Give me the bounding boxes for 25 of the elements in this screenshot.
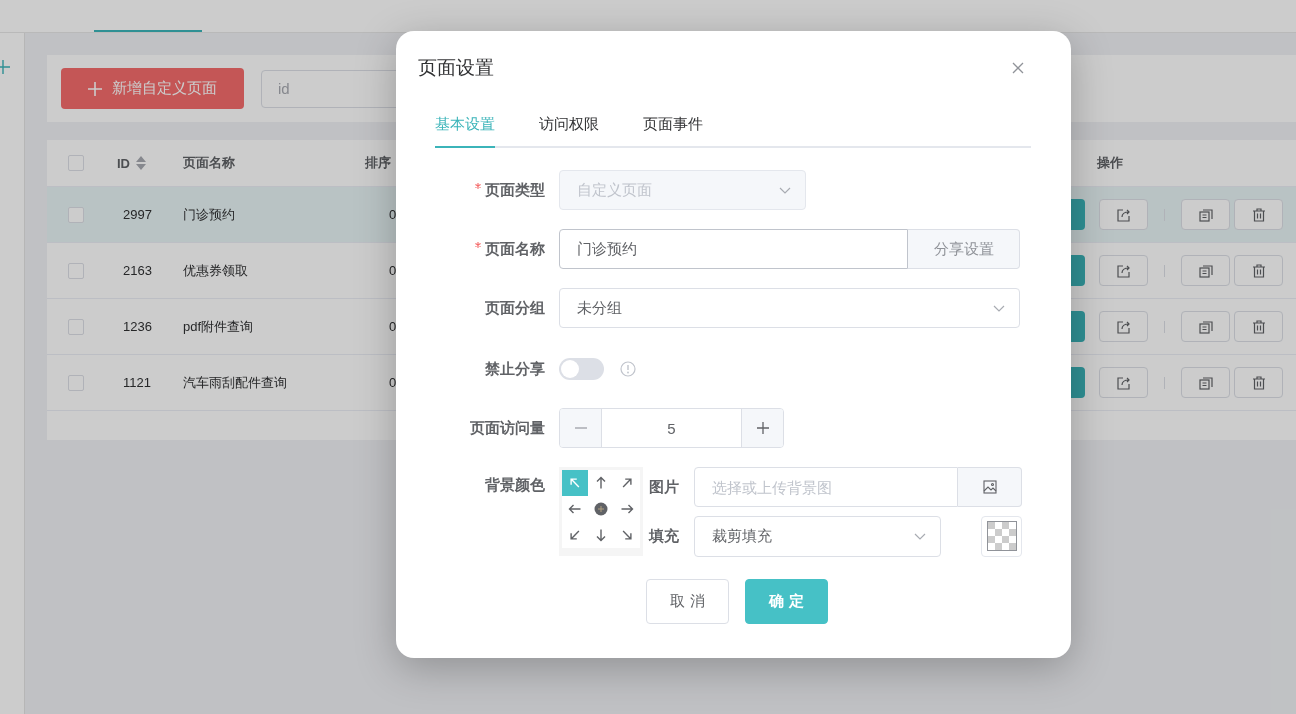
table-cell: 0 xyxy=(389,375,397,390)
table-cell: 2997 xyxy=(123,207,152,222)
table-cell: 1121 xyxy=(123,375,151,390)
field-label: 页面类型 xyxy=(485,180,545,200)
table-cell: 汽车雨刮配件查询 xyxy=(183,374,287,390)
table-cell: 优惠券领取 xyxy=(183,262,248,278)
dialog-title: 页面设置 xyxy=(418,56,494,80)
field-label: 背景颜色 xyxy=(485,476,545,495)
column-header: 操作 xyxy=(1097,155,1123,170)
field-label: 页面访问量 xyxy=(470,418,545,438)
column-header: 页面名称 xyxy=(183,155,235,170)
table-cell: 0 xyxy=(389,207,397,222)
table-cell: 0 xyxy=(389,319,397,334)
field-label: 页面分组 xyxy=(485,298,545,318)
column-header: ID xyxy=(117,155,130,171)
column-header: 排序 xyxy=(365,155,391,170)
field-label: 填充 xyxy=(649,526,680,546)
table-cell: 0 xyxy=(389,263,397,278)
table-cell: 2163 xyxy=(123,263,152,278)
field-label: 图片 xyxy=(649,477,680,497)
table-cell: pdf附件查询 xyxy=(183,318,254,334)
field-label: 页面名称 xyxy=(485,239,545,259)
table-cell: 门诊预约 xyxy=(183,206,235,222)
field-label: 禁止分享 xyxy=(485,359,545,379)
table-cell: 1236 xyxy=(123,319,152,334)
